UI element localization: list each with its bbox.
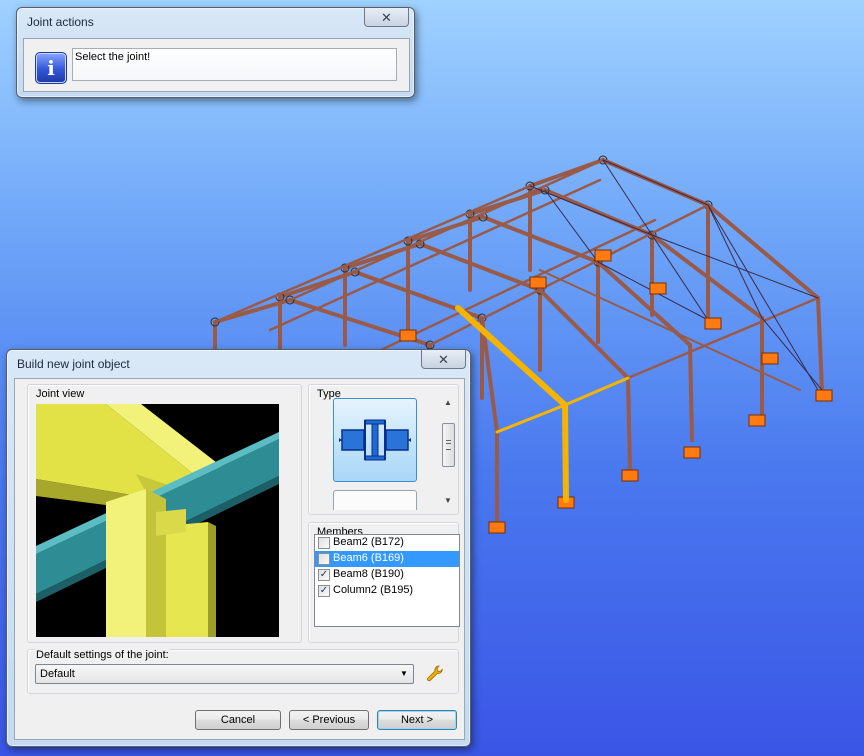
joint-actions-title: Joint actions (27, 15, 94, 29)
previous-button[interactable]: < Previous (289, 710, 369, 730)
column-support (761, 352, 779, 365)
member-label: Beam8 (B190) (333, 568, 404, 580)
purlin (288, 158, 605, 302)
joint-view-group: Joint view (27, 384, 302, 643)
column (626, 376, 632, 472)
bracing (651, 234, 819, 299)
column-support (488, 521, 506, 534)
members-group: Members Beam2 (B172) Beam6 (B169) ✓ Beam… (308, 522, 460, 643)
type-group: Type ▲ ▼ (308, 384, 459, 515)
column-support (399, 329, 417, 342)
joint-view-label: Joint view (35, 388, 86, 400)
member-checkbox[interactable]: ✓ (318, 569, 330, 581)
default-settings-label: Default settings of the joint: (35, 649, 170, 661)
joint-type-button-2[interactable] (333, 490, 417, 510)
member-label: Beam6 (B169) (333, 552, 404, 564)
member-checkbox[interactable] (318, 537, 330, 549)
bracing (707, 204, 763, 319)
member-item[interactable]: ✓ Beam8 (B190) (315, 567, 459, 583)
column-support (529, 276, 547, 289)
member-label: Column2 (B195) (333, 584, 414, 596)
beam-column-joint-icon (339, 419, 411, 461)
build-joint-title: Build new joint object (17, 357, 130, 371)
bracing (529, 185, 653, 236)
joint-preview[interactable] (36, 404, 279, 637)
highlighted-column (562, 402, 569, 503)
build-joint-close-button[interactable]: ✕ (421, 350, 466, 369)
info-icon: i (35, 52, 67, 84)
member-label: Beam2 (B172) (333, 536, 404, 548)
default-settings-select[interactable]: Default ▼ (35, 664, 414, 684)
purlin (268, 178, 602, 332)
highlighted-beam (495, 403, 567, 434)
joint-type-button[interactable] (333, 398, 417, 482)
column-support (815, 389, 833, 402)
default-settings-value: Default (40, 668, 75, 680)
close-icon: ✕ (438, 351, 449, 367)
scroll-up-icon[interactable]: ▲ (440, 395, 456, 409)
column-support (649, 282, 667, 295)
bracing (602, 159, 709, 206)
type-scrollbar[interactable]: ▲ ▼ (440, 395, 456, 507)
bracing (651, 234, 709, 321)
cancel-button[interactable]: Cancel (195, 710, 281, 730)
highlighted-beam (563, 376, 630, 407)
build-joint-window: Build new joint object ✕ Joint view Type… (6, 349, 471, 747)
joint-actions-message: Select the joint! (72, 48, 397, 81)
chevron-down-icon: ▼ (400, 669, 408, 678)
rafter (706, 203, 820, 300)
scroll-down-icon[interactable]: ▼ (440, 493, 456, 507)
next-button[interactable]: Next > (377, 710, 457, 730)
build-joint-body: Joint view Type ▲ ▼ Members Beam2 (B172)… (14, 378, 465, 740)
highlighted-beam (455, 305, 568, 408)
column-support (621, 469, 639, 482)
column-support (683, 446, 701, 459)
default-settings-group: Default settings of the joint: Default ▼ (27, 649, 459, 694)
column-support (748, 414, 766, 427)
scrollbar-thumb[interactable] (442, 423, 455, 467)
member-item[interactable]: ✓ Column2 (B195) (315, 583, 459, 599)
rafter (538, 288, 630, 380)
member-item[interactable]: Beam6 (B169) (315, 551, 459, 567)
members-list[interactable]: Beam2 (B172) Beam6 (B169) ✓ Beam8 (B190)… (314, 534, 460, 627)
joint-actions-window: Joint actions ✕ i Select the joint! (16, 7, 415, 98)
close-icon: ✕ (381, 9, 392, 25)
purlin (626, 296, 820, 380)
column (688, 343, 694, 442)
member-item[interactable]: Beam2 (B172) (315, 535, 459, 551)
column (816, 296, 824, 392)
column-support (704, 317, 722, 330)
member-checkbox[interactable]: ✓ (318, 585, 330, 597)
member-checkbox[interactable] (318, 553, 330, 565)
joint-actions-close-button[interactable]: ✕ (364, 8, 409, 27)
wrench-icon[interactable] (425, 664, 445, 684)
column-support (594, 249, 612, 262)
